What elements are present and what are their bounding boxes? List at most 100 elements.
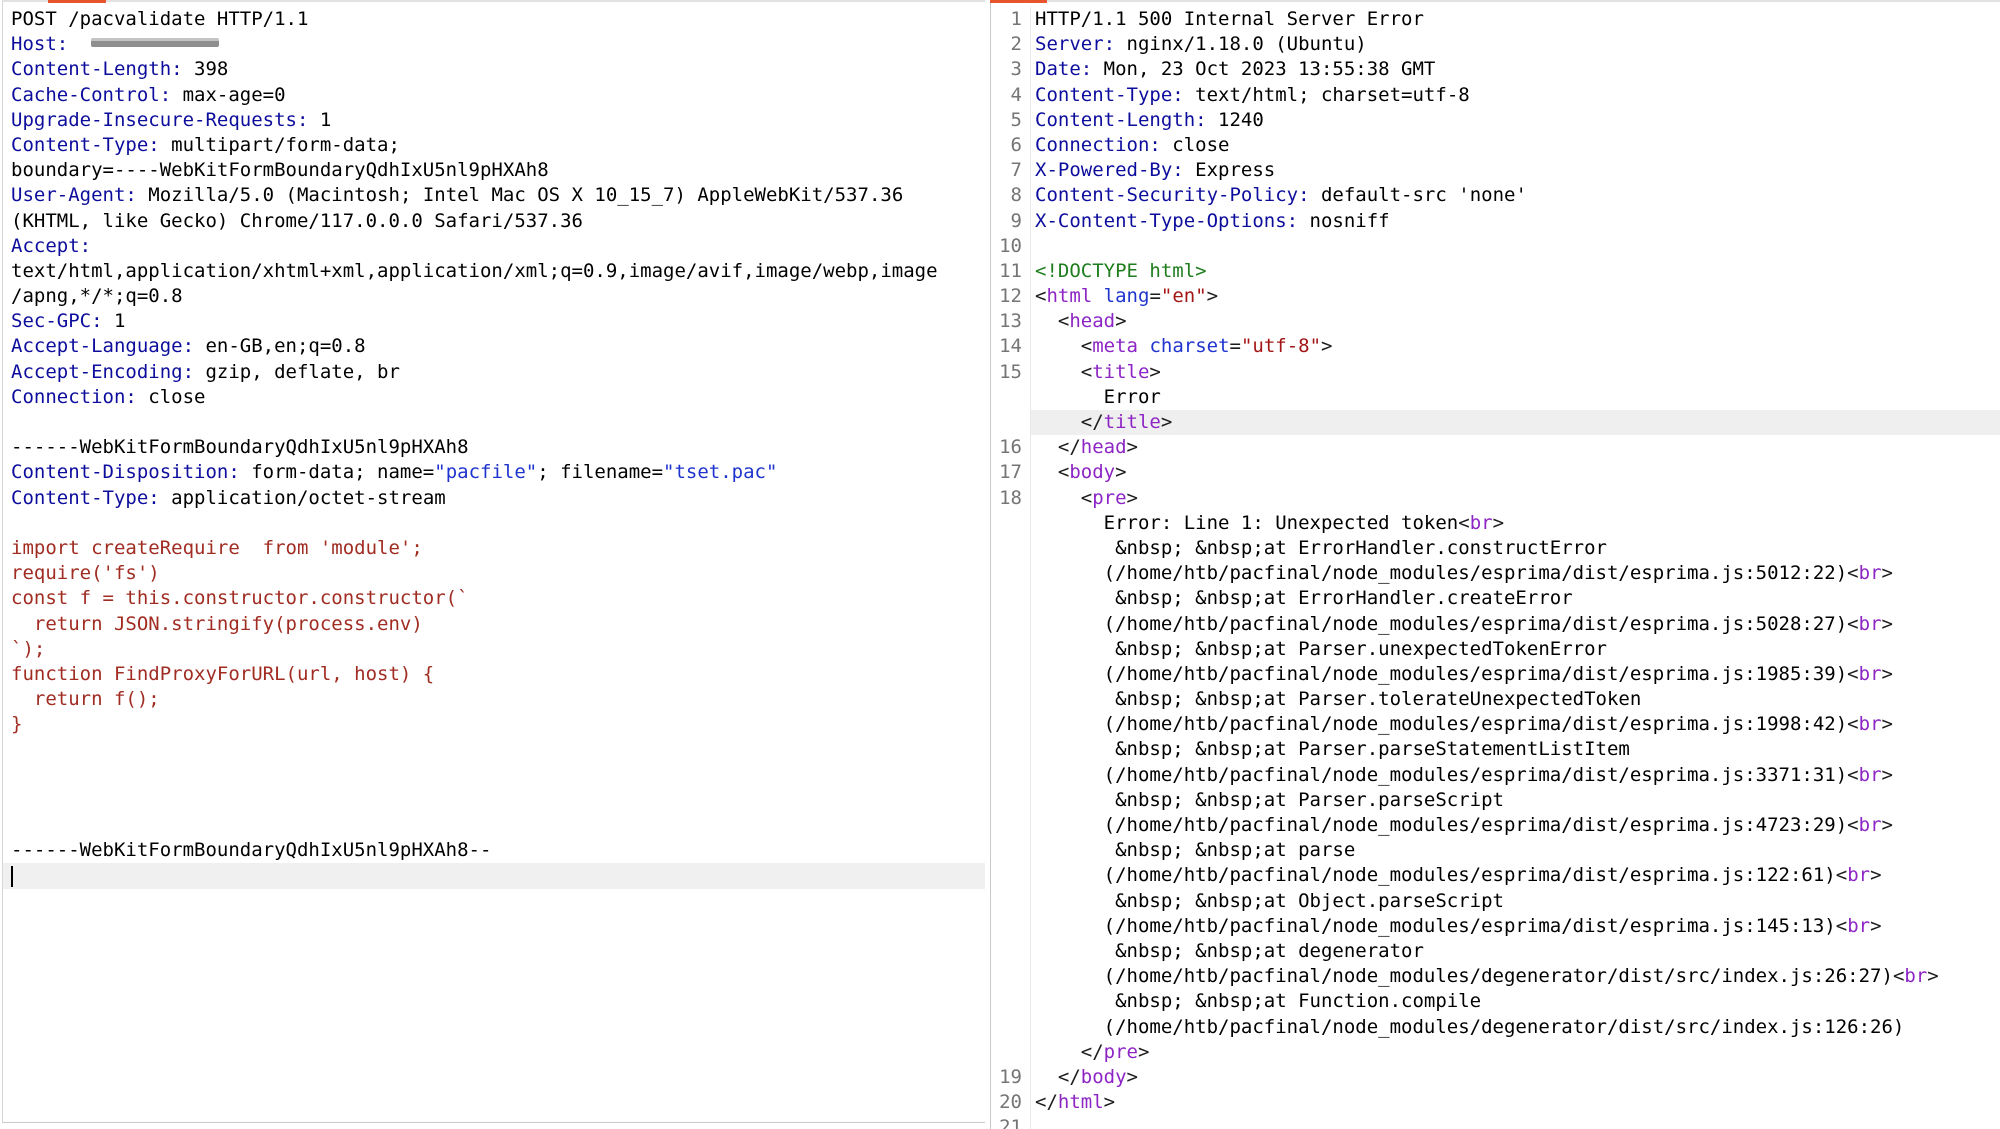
code-line-text: &nbsp; &nbsp;at Parser.parseStatementLis… [1031, 737, 2000, 762]
code-line: function FindProxyForURL(url, host) { [3, 662, 985, 687]
code-line: 18 <pre> [991, 486, 2000, 511]
line-number [991, 712, 1031, 737]
tab-accent-bar-right [990, 0, 1047, 3]
line-number: 4 [991, 83, 1031, 108]
code-line-text: HTTP/1.1 500 Internal Server Error [1031, 7, 2000, 32]
code-line-text: text/html,application/xhtml+xml,applicat… [3, 259, 985, 284]
code-line-text: return f(); [3, 687, 985, 712]
code-line-text [3, 788, 985, 813]
code-line-text: ------WebKitFormBoundaryQdhIxU5nl9pHXAh8… [3, 838, 985, 863]
code-line-text: Connection: close [1031, 133, 2000, 158]
code-line-text: (/home/htb/pacfinal/node_modules/esprima… [1031, 914, 2000, 939]
line-number: 11 [991, 259, 1031, 284]
code-line: (/home/htb/pacfinal/node_modules/esprima… [991, 561, 2000, 586]
code-line-text: Accept: [3, 234, 985, 259]
line-number: 1 [991, 7, 1031, 32]
code-line-text: Content-Security-Policy: default-src 'no… [1031, 183, 2000, 208]
http-message-viewer: POST /pacvalidate HTTP/1.1Host: Content-… [0, 0, 2000, 1129]
code-line-text: &nbsp; &nbsp;at Function.compile [1031, 989, 2000, 1014]
code-line: &nbsp; &nbsp;at ErrorHandler.createError [991, 586, 2000, 611]
code-line-text: <pre> [1031, 486, 2000, 511]
code-line: Error [991, 385, 2000, 410]
code-line: &nbsp; &nbsp;at Parser.parseStatementLis… [991, 737, 2000, 762]
code-line: Accept: [3, 234, 985, 259]
line-number [991, 737, 1031, 762]
code-line [3, 737, 985, 762]
code-line: 19 </body> [991, 1065, 2000, 1090]
code-line: ------WebKitFormBoundaryQdhIxU5nl9pHXAh8… [3, 838, 985, 863]
code-line: Accept-Language: en-GB,en;q=0.8 [3, 334, 985, 359]
code-line-text: <head> [1031, 309, 2000, 334]
code-line-text: &nbsp; &nbsp;at Parser.unexpectedTokenEr… [1031, 637, 2000, 662]
code-line-text: &nbsp; &nbsp;at degenerator [1031, 939, 2000, 964]
code-line: Cache-Control: max-age=0 [3, 83, 985, 108]
code-line: (/home/htb/pacfinal/node_modules/esprima… [991, 612, 2000, 637]
code-line-text: Content-Type: application/octet-stream [3, 486, 985, 511]
code-line-text: (/home/htb/pacfinal/node_modules/degener… [1031, 964, 2000, 989]
code-line: 17 <body> [991, 460, 2000, 485]
code-line-text: const f = this.constructor.constructor(` [3, 586, 985, 611]
line-number [991, 536, 1031, 561]
code-line: 13 <head> [991, 309, 2000, 334]
line-number [991, 788, 1031, 813]
code-line: 5Content-Length: 1240 [991, 108, 2000, 133]
code-line-text: Cache-Control: max-age=0 [3, 83, 985, 108]
code-line-text: &nbsp; &nbsp;at Parser.parseScript [1031, 788, 2000, 813]
code-line: 2Server: nginx/1.18.0 (Ubuntu) [991, 32, 2000, 57]
request-editor-pane[interactable]: POST /pacvalidate HTTP/1.1Host: Content-… [2, 0, 985, 1123]
code-line-text: import createRequire from 'module'; [3, 536, 985, 561]
code-line-text [3, 737, 985, 762]
code-line [3, 813, 985, 838]
code-line: Content-Length: 398 [3, 57, 985, 82]
code-line-text: (/home/htb/pacfinal/node_modules/esprima… [1031, 561, 2000, 586]
line-number [991, 637, 1031, 662]
code-line-text: (/home/htb/pacfinal/node_modules/degener… [1031, 1015, 2000, 1040]
code-line: 20</html> [991, 1090, 2000, 1115]
code-line-text: (/home/htb/pacfinal/node_modules/esprima… [1031, 662, 2000, 687]
code-line [3, 511, 985, 536]
code-line: 10 [991, 234, 2000, 259]
line-number: 20 [991, 1090, 1031, 1115]
code-line-text: require('fs') [3, 561, 985, 586]
line-number [991, 889, 1031, 914]
code-line-text: Content-Type: multipart/form-data; [3, 133, 985, 158]
code-line: POST /pacvalidate HTTP/1.1 [3, 7, 985, 32]
request-code[interactable]: POST /pacvalidate HTTP/1.1Host: Content-… [3, 2, 985, 889]
code-line: (/home/htb/pacfinal/node_modules/esprima… [991, 662, 2000, 687]
response-code[interactable]: 1HTTP/1.1 500 Internal Server Error2Serv… [991, 2, 2000, 1129]
line-number [991, 939, 1031, 964]
code-line: (KHTML, like Gecko) Chrome/117.0.0.0 Saf… [3, 209, 985, 234]
code-line-text: User-Agent: Mozilla/5.0 (Macintosh; Inte… [3, 183, 985, 208]
code-line: 14 <meta charset="utf-8"> [991, 334, 2000, 359]
code-line-text: Server: nginx/1.18.0 (Ubuntu) [1031, 32, 2000, 57]
code-line-text: </body> [1031, 1065, 2000, 1090]
code-line-text: Upgrade-Insecure-Requests: 1 [3, 108, 985, 133]
code-line-text: <body> [1031, 460, 2000, 485]
code-line: (/home/htb/pacfinal/node_modules/degener… [991, 964, 2000, 989]
code-line: ------WebKitFormBoundaryQdhIxU5nl9pHXAh8 [3, 435, 985, 460]
code-line-text [3, 813, 985, 838]
code-line: 8Content-Security-Policy: default-src 'n… [991, 183, 2000, 208]
code-line-text: X-Powered-By: Express [1031, 158, 2000, 183]
response-viewer-pane[interactable]: 1HTTP/1.1 500 Internal Server Error2Serv… [990, 0, 2000, 1129]
code-line: 16 </head> [991, 435, 2000, 460]
code-line-text: &nbsp; &nbsp;at parse [1031, 838, 2000, 863]
code-line-text [3, 410, 985, 435]
line-number [991, 763, 1031, 788]
line-number: 19 [991, 1065, 1031, 1090]
code-line: &nbsp; &nbsp;at Parser.tolerateUnexpecte… [991, 687, 2000, 712]
line-number: 12 [991, 284, 1031, 309]
code-line-text: boundary=----WebKitFormBoundaryQdhIxU5nl… [3, 158, 985, 183]
line-number [991, 612, 1031, 637]
code-line-text [3, 863, 985, 888]
code-line-text: X-Content-Type-Options: nosniff [1031, 209, 2000, 234]
code-line: Connection: close [3, 385, 985, 410]
line-number [991, 1015, 1031, 1040]
code-line: text/html,application/xhtml+xml,applicat… [3, 259, 985, 284]
code-line: return f(); [3, 687, 985, 712]
line-number: 3 [991, 57, 1031, 82]
code-line: (/home/htb/pacfinal/node_modules/esprima… [991, 914, 2000, 939]
code-line-text: `); [3, 637, 985, 662]
code-line-text: &nbsp; &nbsp;at ErrorHandler.constructEr… [1031, 536, 2000, 561]
code-line-text: Accept-Encoding: gzip, deflate, br [3, 360, 985, 385]
